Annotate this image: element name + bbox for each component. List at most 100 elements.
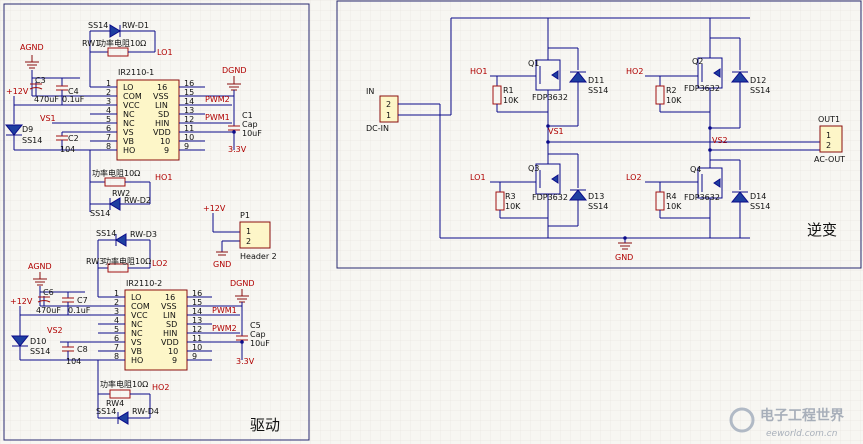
c7-value: 0.1uF [68, 306, 91, 315]
q3-label: Q3 [528, 164, 539, 173]
d2-pin1-name: LO [131, 293, 141, 302]
d2-rpin12-num: 12 [192, 325, 202, 334]
ho2-net: HO2 [152, 383, 169, 392]
d1-rpin10-num: 10 [184, 133, 194, 142]
d1-rpin9-name: 9 [164, 146, 169, 155]
rw3-value: 功率电阻10Ω [103, 256, 151, 266]
d2-rpin16-name: 16 [165, 293, 175, 302]
d2-pin6-name: VS [131, 338, 142, 347]
agnd-label: AGND [20, 43, 44, 52]
d1-rpin11-num: 11 [184, 124, 194, 133]
c3-value: 470uF [34, 95, 59, 104]
q2-label: Q2 [692, 57, 703, 66]
dc-in-ref: IN [366, 87, 374, 96]
rw-d4-label: RW-D4 [132, 407, 159, 416]
d1-pin2-name: COM [123, 92, 142, 101]
pwm2-2-label: PWM2 [212, 324, 237, 333]
d2-rpin14-num: 14 [192, 307, 202, 316]
d1-rpin15-num: 15 [184, 88, 194, 97]
c2-label: C2 [68, 134, 79, 143]
d9-label: D9 [22, 125, 33, 134]
d2-rpin11-num: 11 [192, 334, 202, 343]
header-pin2: 2 [246, 237, 251, 246]
d1-rpin13-num: 13 [184, 106, 194, 115]
rw-d1-value: SS14 [88, 21, 108, 30]
rw4-value: 功率电阻10Ω [100, 379, 148, 389]
d2-rpin13-num: 13 [192, 316, 202, 325]
d1-pin5-name: NC [123, 119, 135, 128]
c1-label: C1 [242, 111, 253, 120]
r1-value: 10K [503, 96, 519, 105]
q4-label: Q4 [690, 165, 701, 174]
v33-2-label: 3.3V [236, 357, 255, 366]
r1-label: R1 [503, 86, 514, 95]
c1-value: 10uF [242, 129, 262, 138]
header-ref: P1 [240, 211, 250, 220]
rw3-label: RW3 [86, 257, 104, 266]
d13-value: SS14 [588, 202, 608, 211]
inv-lo1-net: LO1 [470, 173, 486, 182]
d1-rpin11-name: VDD [153, 128, 171, 137]
r4-label: R4 [666, 192, 677, 201]
dc-in-pin2: 2 [386, 100, 391, 109]
rw-d2-value: SS14 [90, 209, 110, 218]
dgnd-label: DGND [222, 66, 247, 75]
d1-pin4-num: 4 [106, 106, 111, 115]
inv-ho1-net: HO1 [470, 67, 487, 76]
r2-label: R2 [666, 86, 677, 95]
d2-rpin9-name: 9 [172, 356, 177, 365]
header-body [239, 221, 271, 249]
c3-label: C3 [35, 76, 46, 85]
r4-value: 10K [666, 202, 682, 211]
inv-lo2-net: LO2 [626, 173, 642, 182]
d1-rpin9-num: 9 [184, 142, 189, 151]
rw-d2-label: RW-D2 [124, 196, 151, 205]
d2-rpin12-name: HIN [163, 329, 177, 338]
header-name: Header 2 [240, 252, 277, 261]
c8-label: C8 [77, 345, 88, 354]
vs2-label: VS2 [47, 326, 63, 335]
header-v12-label: +12V [203, 204, 226, 213]
rw-d4-value: SS14 [96, 407, 116, 416]
q2-part: FDP3632 [684, 84, 720, 93]
d2-pin5-name: NC [131, 329, 143, 338]
c5-name: Cap [250, 330, 266, 339]
d2-pin4-name: NC [131, 320, 143, 329]
d1-pin1-num: 1 [106, 79, 111, 88]
d2-pin7-name: VB [131, 347, 142, 356]
d2-rpin9-num: 9 [192, 352, 197, 361]
d11-label: D11 [588, 76, 604, 85]
pwm1-2-label: PWM1 [212, 306, 237, 315]
ac-out-pin2: 2 [826, 141, 831, 150]
d13-label: D13 [588, 192, 604, 201]
lo2-net: LO2 [152, 259, 168, 268]
c4-value: 0.1uF [62, 95, 85, 104]
d1-rpin16-name: 16 [157, 83, 167, 92]
d1-pin1-name: LO [123, 83, 133, 92]
ac-out-name: AC-OUT [814, 155, 845, 164]
ac-out-ref: OUT1 [818, 115, 840, 124]
c5-value: 10uF [250, 339, 270, 348]
inv-ho2-net: HO2 [626, 67, 643, 76]
d2-rpin10-name: 10 [168, 347, 178, 356]
d2-rpin15-name: VSS [161, 302, 177, 311]
d1-rpin16-num: 16 [184, 79, 194, 88]
d2-rpin14-name: LIN [163, 311, 176, 320]
d1-rpin14-name: LIN [155, 101, 168, 110]
rw-d3-label: RW-D3 [130, 230, 157, 239]
c2-value: 104 [60, 145, 75, 154]
grid-background [0, 0, 863, 444]
header-pin1: 1 [246, 227, 251, 236]
q1-label: Q1 [528, 59, 539, 68]
d1-rpin14-num: 14 [184, 97, 194, 106]
inverter-gnd-label: GND [615, 253, 633, 262]
d2-rpin13-name: SD [166, 320, 177, 329]
d2-pin5-num: 5 [114, 325, 119, 334]
rw-d3-value: SS14 [96, 229, 116, 238]
pwm1-label: PWM1 [205, 113, 230, 122]
agnd2-label: AGND [28, 262, 52, 271]
d2-rpin10-num: 10 [192, 343, 202, 352]
v12-label: +12V [6, 87, 29, 96]
c6-label: C6 [43, 288, 54, 297]
watermark-en: eeworld.com.cn [766, 429, 838, 439]
